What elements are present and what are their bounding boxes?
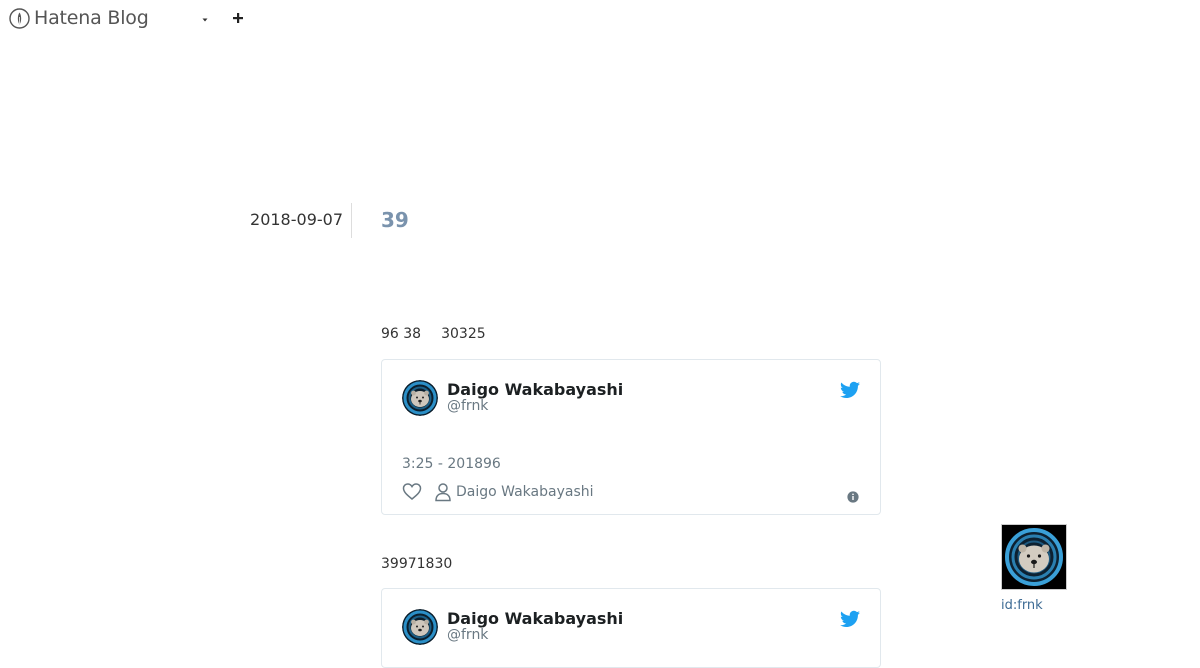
entry-title[interactable]: 39 (381, 207, 409, 233)
twitter-bird-icon[interactable] (840, 610, 860, 628)
entry-divider (351, 203, 352, 238)
embedded-tweet[interactable]: Daigo Wakabayashi @frnk 3:25 - 201896 Da… (381, 359, 881, 515)
caret-down-icon[interactable] (198, 12, 212, 26)
info-icon[interactable] (847, 488, 859, 503)
tweet-timestamp[interactable]: 3:25 - 201896 (402, 456, 501, 473)
twitter-bird-icon[interactable] (840, 381, 860, 399)
tweet-author-link[interactable]: Daigo Wakabayashi (456, 484, 594, 501)
global-header: Hatena Blog (0, 0, 1200, 37)
plus-icon[interactable] (230, 10, 246, 26)
person-icon[interactable] (434, 482, 452, 502)
entry-date[interactable]: 2018-09-07 (200, 210, 343, 230)
paragraph-text: 30325 (441, 326, 486, 342)
tweet-author-handle[interactable]: @frnk (447, 398, 488, 415)
logo-text: Hatena Blog (34, 7, 149, 29)
tweet-author-name[interactable]: Daigo Wakabayashi (447, 609, 623, 628)
hatena-blog-logo[interactable]: Hatena Blog (9, 7, 149, 29)
avatar[interactable] (402, 380, 438, 416)
embedded-tweet[interactable]: Daigo Wakabayashi @frnk (381, 588, 881, 668)
avatar[interactable] (402, 609, 438, 645)
profile-avatar[interactable] (1001, 524, 1067, 590)
paragraph-text: 96 38 (381, 326, 422, 342)
heart-icon[interactable] (402, 482, 422, 502)
tweet-author-name[interactable]: Daigo Wakabayashi (447, 380, 623, 399)
entry-paragraph: 96 38 30325 (381, 325, 486, 343)
profile-id-link[interactable]: id:frnk (1001, 598, 1043, 614)
tweet-actions: Daigo Wakabayashi (402, 482, 594, 502)
hatena-logo-icon (9, 7, 30, 29)
entry-paragraph: 39971830 (381, 556, 453, 572)
